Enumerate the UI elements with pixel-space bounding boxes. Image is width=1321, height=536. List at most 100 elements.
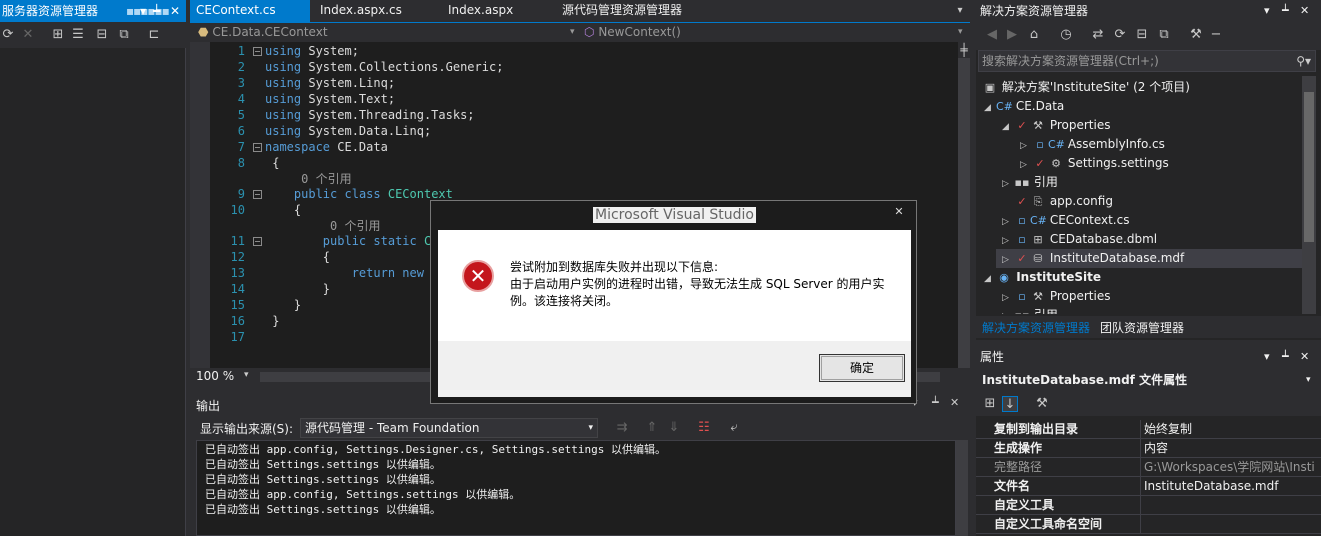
output-title: 输出 (196, 399, 221, 413)
close-icon[interactable]: ✕ (889, 205, 909, 221)
close-icon[interactable]: ✕ (170, 0, 180, 22)
connect-database-icon[interactable]: ⊞ (50, 27, 66, 43)
prop-row[interactable]: 自定义工具 (976, 496, 1321, 515)
tree-item-settings[interactable]: ▷ ✓ ⚙ Settings.settings (1020, 154, 1169, 173)
tab-index-aspx-cs[interactable]: Index.aspx.cs (314, 0, 440, 22)
grip-icon: ▪▪▪▪▪▪ (126, 4, 170, 18)
next-message-icon[interactable]: ⇓ (666, 420, 682, 436)
tab-cecontext[interactable]: CEContext.cs (190, 0, 310, 22)
code-line: 3 using System.Linq; (237, 76, 396, 90)
pin-icon[interactable]: ┷ (1282, 346, 1289, 368)
close-icon[interactable]: ✕ (1300, 0, 1309, 22)
back-icon[interactable]: ◀ (984, 27, 1000, 43)
solution-tree: ▣ 解决方案'InstituteSite' (2 个项目) ◢ C# CE.Dat… (976, 76, 1302, 314)
categorized-icon[interactable]: ⊞ (982, 396, 998, 412)
collapse-icon[interactable] (253, 190, 262, 199)
tree-item-app-config[interactable]: ✓ ⎘ app.config (1014, 192, 1113, 211)
window-position-dropdown-icon[interactable]: ▾ (1264, 0, 1270, 22)
tree-item-assemblyinfo[interactable]: ▷ ▫ C# AssemblyInfo.cs (1020, 135, 1165, 154)
properties-object-selector[interactable]: InstituteDatabase.mdf 文件属性 ▾ (976, 368, 1321, 392)
solution-tree-scroll-thumb[interactable] (1304, 92, 1314, 242)
show-all-files-icon[interactable]: ⧉ (1156, 27, 1172, 43)
tab-source-control-explorer[interactable]: 源代码管理资源管理器 (556, 0, 756, 22)
window-position-dropdown-icon[interactable]: ▾ (140, 0, 146, 22)
tab-solution-explorer[interactable]: 解决方案资源管理器 (978, 318, 1094, 338)
clear-all-icon[interactable]: ☷ (696, 420, 712, 436)
zoom-level[interactable]: 100 % (196, 369, 234, 383)
output-scrollbar[interactable] (956, 440, 968, 536)
prop-row[interactable]: 文件名 InstituteDatabase.mdf (976, 477, 1321, 496)
expanded-icon[interactable]: ◢ (984, 270, 996, 289)
tree-item-cedatabase[interactable]: ▷ ▫ ⊞ CEDatabase.dbml (1002, 230, 1157, 249)
tree-item-properties[interactable]: ◢ ✓ ⚒ Properties (1002, 116, 1110, 135)
output-source-select[interactable]: 源代码管理 - Team Foundation ▾ (300, 418, 598, 438)
ok-button[interactable]: 确定 (819, 354, 905, 382)
azure-icon[interactable]: ⧉ (116, 27, 132, 43)
output-text[interactable]: 已自动签出 app.config, Settings.Designer.cs, … (196, 440, 956, 536)
code-line: 8 { (237, 156, 280, 170)
checked-out-icon: ✓ (1017, 195, 1027, 208)
tab-team-explorer[interactable]: 团队资源管理器 (1096, 318, 1188, 338)
prop-row[interactable]: 生成操作 内容 (976, 439, 1321, 458)
tree-item-references[interactable]: ▷ ▪▪ 引用 (1002, 173, 1058, 192)
member-combo[interactable]: ⬡ NewContext() ▾ (584, 24, 970, 42)
pending-changes-icon[interactable]: − (1208, 27, 1224, 43)
forward-icon[interactable]: ▶ (1004, 27, 1020, 43)
sync-icon[interactable]: ⇄ (1090, 27, 1106, 43)
tree-item-cecontext[interactable]: ▷ ▫ C# CEContext.cs (1002, 211, 1129, 230)
refresh-icon[interactable]: ⟳ (1112, 27, 1128, 43)
tree-item-ce-data[interactable]: ◢ C# CE.Data (984, 97, 1064, 116)
expanded-icon[interactable]: ◢ (1002, 118, 1014, 137)
error-dialog: Microsoft Visual Studio ✕ ✕ 尝试附加到数据库失败并出… (430, 200, 917, 404)
collapse-all-icon[interactable]: ⊟ (1134, 27, 1150, 43)
dialog-title-bar[interactable]: Microsoft Visual Studio (431, 203, 918, 227)
output-line: 已自动签出 app.config, Settings.settings 以供编辑… (205, 488, 521, 501)
refresh-icon[interactable]: ⟳ (0, 27, 16, 43)
collapse-icon[interactable] (253, 143, 262, 152)
collapsed-icon[interactable]: ▷ (1002, 308, 1014, 314)
prop-row[interactable]: 复制到输出目录 始终复制 (976, 420, 1321, 439)
connect-server-icon[interactable]: ☰ (70, 27, 86, 43)
alphabetical-icon[interactable]: ↓ (1002, 396, 1018, 412)
close-icon[interactable]: ✕ (950, 396, 959, 409)
solution-search-input[interactable]: 搜索解决方案资源管理器(Ctrl+;) ⚲▾ (978, 50, 1316, 72)
prop-row[interactable]: 完整路径 G:\Workspaces\学院网站\Insti (976, 458, 1321, 477)
home-icon[interactable]: ⌂ (1026, 27, 1042, 43)
prop-row[interactable]: 自定义工具命名空间 (976, 515, 1321, 534)
pin-icon[interactable]: ┷ (153, 0, 160, 22)
properties-wrench-icon[interactable]: ⚒ (1188, 27, 1204, 43)
tab-index-aspx[interactable]: Index.aspx (442, 0, 552, 22)
go-to-line-icon[interactable]: ⇉ (614, 420, 630, 436)
pin-icon[interactable]: ┷ (1282, 0, 1289, 22)
tab-dropdown-icon[interactable]: ▾ (952, 0, 968, 22)
window-position-dropdown-icon[interactable]: ▾ (1264, 346, 1270, 368)
lock-icon: ▫ (1018, 290, 1026, 303)
search-icon[interactable]: ⚲▾ (1296, 51, 1311, 71)
collapsed-icon[interactable]: ▷ (1002, 175, 1014, 194)
tree-item-references-2[interactable]: ▷▪▪ 引用 (1002, 306, 1058, 314)
collapse-icon[interactable] (253, 237, 262, 246)
stop-icon[interactable]: ✕ (20, 27, 36, 43)
chevron-down-icon[interactable]: ▾ (244, 370, 249, 380)
properties-object-name: InstituteDatabase.mdf 文件属性 (982, 373, 1188, 387)
history-icon[interactable]: ◷ (1058, 27, 1074, 43)
properties-icon[interactable]: ⊏ (146, 27, 162, 43)
collapse-icon[interactable] (253, 47, 262, 56)
property-pages-icon[interactable]: ⚒ (1034, 396, 1050, 412)
expanded-icon[interactable]: ◢ (984, 99, 996, 118)
previous-message-icon[interactable]: ⇑ (644, 420, 660, 436)
dialog-message-line-1: 尝试附加到数据库失败并出现以下信息: (510, 260, 719, 274)
tree-item-solution[interactable]: ▣ 解决方案'InstituteSite' (2 个项目) (982, 78, 1190, 97)
tree-item-institutesite[interactable]: ◢ ◉ InstituteSite (984, 268, 1101, 287)
tree-item-institutedb[interactable]: ▷ ✓ ⛁ InstituteDatabase.mdf (996, 249, 1302, 268)
close-icon[interactable]: ✕ (1300, 346, 1309, 368)
connect-sharepoint-icon[interactable]: ⊟ (94, 27, 110, 43)
tree-item-properties-2[interactable]: ▷ ▫ ⚒ Properties (1002, 287, 1110, 306)
word-wrap-icon[interactable]: ⤶ (726, 420, 742, 436)
type-combo[interactable]: ⬣ CE.Data.CEContext ▾ (198, 24, 582, 42)
server-explorer-title: 服务器资源管理器 (2, 4, 99, 18)
editor-vertical-scrollbar[interactable] (958, 42, 970, 368)
split-window-icon[interactable]: ╪ (958, 42, 970, 58)
code-line: 0 个引用 (265, 172, 352, 186)
pin-icon[interactable]: ┷ (932, 396, 939, 409)
